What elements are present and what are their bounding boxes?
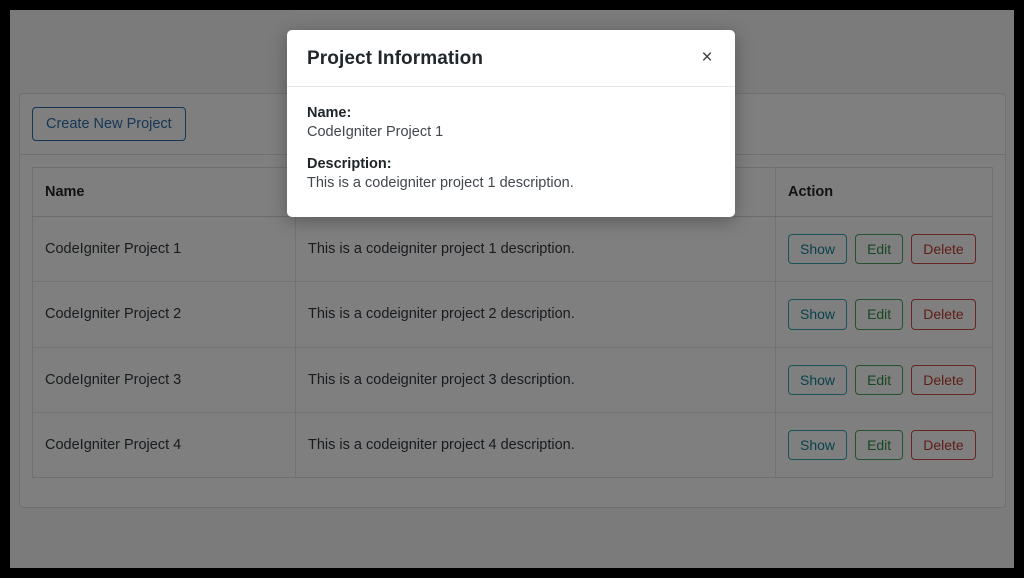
modal-description-value: This is a codeigniter project 1 descript… (307, 175, 574, 191)
modal-header: Project Information × (287, 30, 735, 87)
modal-name-value: CodeIgniter Project 1 (307, 124, 444, 140)
screenshot-frame: Create New Project Name Description Acti… (0, 0, 1024, 578)
project-information-modal: Project Information × Name: CodeIgniter … (287, 30, 735, 217)
modal-body: Name: CodeIgniter Project 1 Description:… (287, 87, 735, 217)
modal-title: Project Information (307, 48, 484, 69)
modal-name-label: Name: (307, 105, 352, 121)
modal-description-label: Description: (307, 156, 392, 172)
app-page: Create New Project Name Description Acti… (10, 10, 1014, 568)
close-icon[interactable]: × (695, 46, 719, 70)
